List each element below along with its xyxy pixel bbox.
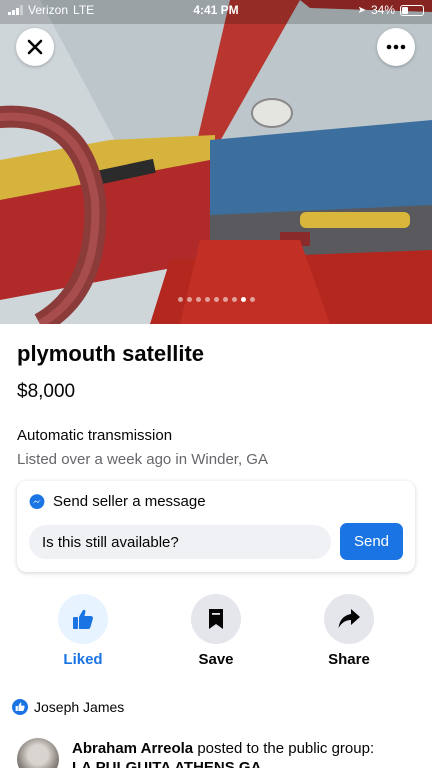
photo-dot[interactable] (231, 297, 237, 302)
location-arrow-icon: ➤ (357, 4, 366, 16)
listing-detail: Automatic transmission (17, 427, 173, 444)
listing-price: $8,000 (17, 381, 76, 402)
share-label: Share (328, 651, 370, 668)
save-button[interactable]: Save (171, 594, 261, 668)
photo-dot[interactable] (222, 297, 228, 302)
photo-dot[interactable] (177, 297, 183, 302)
group-post-preview[interactable]: Abraham Arreola posted to the public gro… (17, 738, 432, 768)
avatar[interactable] (17, 738, 59, 768)
like-badge-icon (12, 699, 28, 715)
share-button[interactable]: Share (304, 594, 394, 668)
photo-dot[interactable] (204, 297, 210, 302)
share-arrow-icon (338, 609, 360, 628)
like-circle[interactable] (58, 594, 108, 644)
photo-pagination-dots[interactable] (0, 297, 432, 302)
listing-photo[interactable]: Verizon LTE 4:41 PM ➤ 34% (0, 0, 432, 324)
listing-location-time[interactable]: Listed over a week ago in Winder, GA (17, 451, 268, 468)
share-circle[interactable] (324, 594, 374, 644)
status-right: ➤ 34% (358, 3, 424, 17)
send-button[interactable]: Send (340, 523, 403, 560)
message-card-header: Send seller a message (29, 493, 206, 510)
car-interior-image (0, 0, 432, 324)
photo-dot[interactable] (195, 297, 201, 302)
status-bar: Verizon LTE 4:41 PM ➤ 34% (0, 0, 432, 22)
post-action-text: posted to the public group: (197, 740, 375, 757)
liker-name[interactable]: Joseph James (34, 699, 124, 715)
listing-title: plymouth satellite (17, 341, 205, 366)
like-button[interactable]: Liked (38, 594, 128, 668)
photo-dot[interactable] (240, 297, 246, 302)
more-options-button[interactable] (377, 28, 415, 66)
message-card-heading: Send seller a message (53, 493, 206, 510)
close-icon (27, 39, 43, 55)
bookmark-icon (209, 609, 223, 629)
messenger-icon (29, 493, 45, 509)
close-button[interactable] (16, 28, 54, 66)
battery-percent: 34% (370, 3, 395, 17)
post-author[interactable]: Abraham Arreola (72, 740, 193, 757)
group-name[interactable]: LA PULGUITA ATHENS GA (72, 759, 261, 768)
liker-row[interactable]: Joseph James (12, 699, 124, 715)
thumbs-up-icon (73, 609, 93, 629)
more-horizontal-icon (386, 44, 406, 50)
message-input[interactable] (29, 525, 331, 559)
battery-icon (400, 4, 424, 16)
message-seller-card: Send seller a message Send (17, 481, 415, 572)
photo-dot[interactable] (213, 297, 219, 302)
save-label: Save (198, 651, 234, 668)
photo-dot[interactable] (249, 297, 255, 302)
like-label: Liked (63, 651, 103, 668)
photo-dot[interactable] (186, 297, 192, 302)
post-header: Abraham Arreola posted to the public gro… (72, 740, 374, 757)
save-circle[interactable] (191, 594, 241, 644)
